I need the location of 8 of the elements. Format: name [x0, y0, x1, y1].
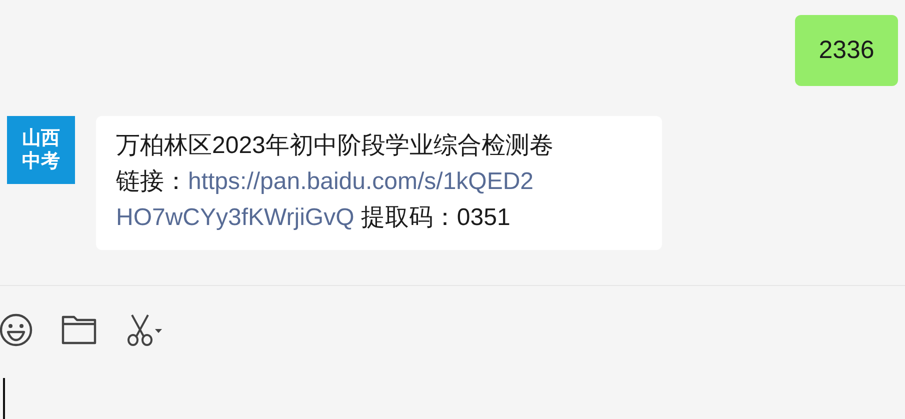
folder-icon[interactable] — [61, 315, 97, 345]
link[interactable]: https://pan.baidu.com/s/1kQED2 — [188, 168, 534, 195]
scissors-icon[interactable] — [125, 313, 163, 347]
avatar[interactable]: 山西 中考 — [7, 116, 75, 184]
emoji-icon[interactable] — [0, 313, 33, 347]
message-text: 万柏林区2023年初中阶段学业综合检测卷 链接：https://pan.baidu.com/s/1kQED2 HO7wCYy3fKWrjiGvQ 提取码：0351 — [116, 131, 554, 233]
link[interactable]: HO7wCYy3fKWrjiGvQ — [116, 204, 354, 231]
sent-message-bubble: 2336 — [795, 15, 898, 86]
